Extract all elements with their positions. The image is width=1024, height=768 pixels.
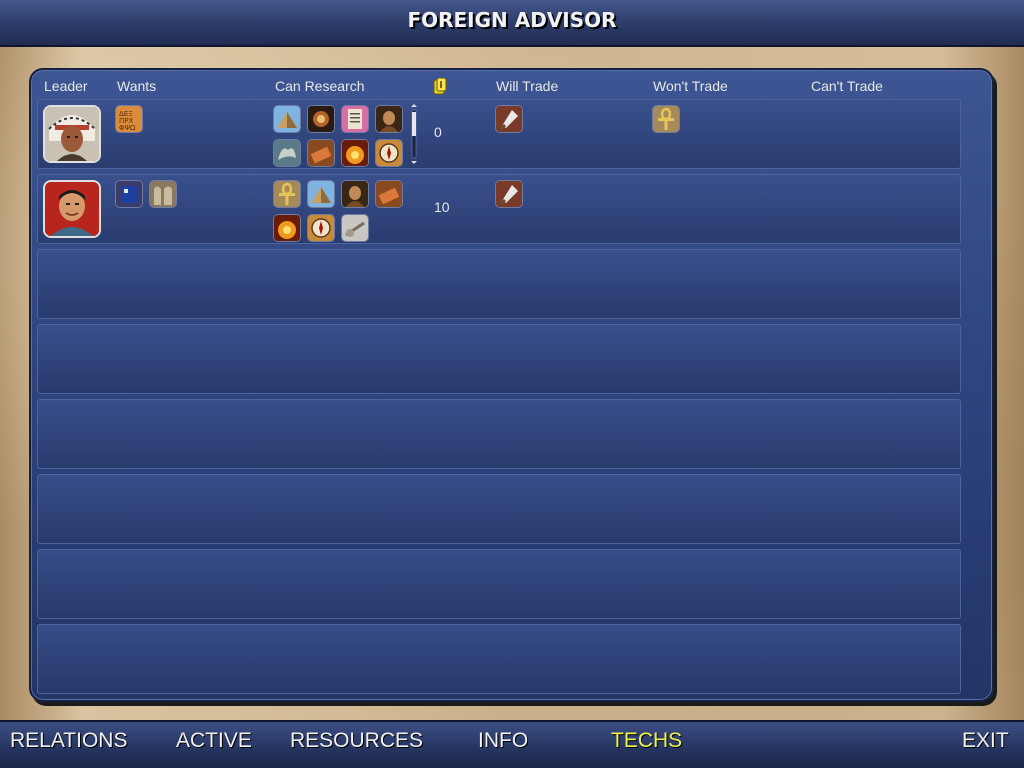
foreign-advisor-screen: FOREIGN ADVISOR Leader Wants Can Researc… — [0, 0, 1024, 768]
nav-resources-button[interactable]: RESOURCES — [290, 729, 423, 753]
window-title: FOREIGN ADVISOR — [407, 8, 617, 32]
ankh-tech-icon[interactable] — [273, 180, 301, 208]
nav-info-button[interactable]: INFO — [478, 729, 528, 753]
gold-amount: 10 — [434, 199, 450, 215]
civ-row-empty — [37, 249, 961, 319]
column-header-leader: Leader — [44, 78, 88, 94]
construction-tech-icon[interactable] — [375, 180, 403, 208]
native-chief-portrait[interactable] — [43, 105, 101, 163]
nav-active-button[interactable]: ACTIVE — [176, 729, 252, 753]
bronze-tech-icon[interactable] — [341, 139, 369, 167]
research-scrollbar[interactable] — [411, 104, 417, 164]
column-header-wants: Wants — [117, 78, 157, 94]
compass-tech-icon[interactable] — [375, 139, 403, 167]
arrowhead-tech-icon[interactable] — [495, 180, 523, 208]
gold-coin-icon — [433, 78, 447, 95]
construction-tech-icon[interactable] — [307, 139, 335, 167]
tablets-tech-icon[interactable] — [149, 180, 177, 208]
column-header-wont-trade: Won't Trade — [653, 78, 728, 94]
dragon-tech-icon[interactable] — [273, 139, 301, 167]
nav-relations-button[interactable]: RELATIONS — [10, 729, 127, 753]
chinese-leader-portrait[interactable] — [43, 180, 101, 238]
civ-row-empty — [37, 474, 961, 544]
ceremony-tech-icon[interactable] — [307, 105, 335, 133]
svg-text:ΦΨΩ: ΦΨΩ — [119, 124, 136, 132]
civ-row-empty — [37, 399, 961, 469]
title-bar: FOREIGN ADVISOR — [0, 0, 1024, 47]
civ-row-empty — [37, 624, 961, 694]
exit-button[interactable]: EXIT — [962, 729, 1009, 753]
compass-tech-icon[interactable] — [307, 214, 335, 242]
alphabet-tech-icon[interactable]: ΔΕΞ ΠΡΧ ΦΨΩ — [115, 105, 143, 133]
column-header-cant-trade: Can't Trade — [811, 78, 883, 94]
writing-tech-icon[interactable] — [341, 105, 369, 133]
book-tech-icon[interactable] — [115, 180, 143, 208]
column-header-will-trade: Will Trade — [496, 78, 559, 94]
ankh-tech-icon[interactable] — [652, 105, 680, 133]
civ-row-empty — [37, 549, 961, 619]
civ-row-empty — [37, 324, 961, 394]
gold-amount: 0 — [434, 124, 442, 140]
advisor-panel: Leader Wants Can Research Will Trade Won… — [29, 68, 994, 702]
wheel-tech-icon[interactable] — [341, 214, 369, 242]
arrowhead-tech-icon[interactable] — [495, 105, 523, 133]
nav-techs-button[interactable]: TECHS — [611, 729, 682, 753]
bottom-nav-bar: RELATIONS ACTIVE RESOURCES INFO TECHS EX… — [0, 720, 1024, 768]
civ-row-2[interactable]: 10 — [37, 174, 961, 244]
pyramid-tech-icon[interactable] — [307, 180, 335, 208]
pyramid-tech-icon[interactable] — [273, 105, 301, 133]
civ-row-1[interactable]: ΔΕΞ ΠΡΧ ΦΨΩ 0 — [37, 99, 961, 169]
bronze-tech-icon[interactable] — [273, 214, 301, 242]
mysticism-tech-icon[interactable] — [341, 180, 369, 208]
mysticism-tech-icon[interactable] — [375, 105, 403, 133]
column-header-can-research: Can Research — [275, 78, 365, 94]
